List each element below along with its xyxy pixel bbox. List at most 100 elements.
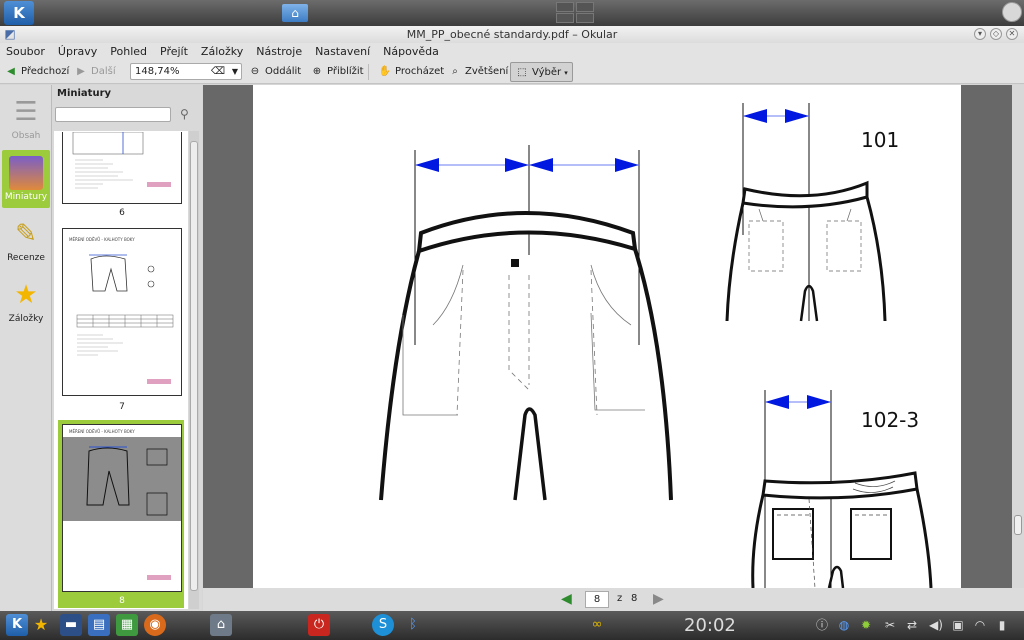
magnifier-icon: ⌕ [452,66,458,77]
garment-drawing: 101 102-3 [379,103,933,588]
writer-icon[interactable]: ▤ [88,614,110,636]
page-total-label: 8 [631,593,638,604]
next-page-button[interactable]: ▶ Další [74,62,115,82]
style-label-101: 101 [861,128,899,152]
menu-nastaveni[interactable]: Nastavení [315,43,370,60]
thumbnail-page-6[interactable]: 6 [57,131,185,221]
thumbnail-header: MĚŘENÍ ODĚVŮ - KALHOTY BOKY [69,429,135,434]
style-label-102-3: 102-3 [861,408,919,432]
battery-icon[interactable]: ▮ [994,617,1010,633]
network-globe-icon[interactable]: ◍ [836,617,852,633]
document-page: 101 102-3 [253,85,961,588]
settings-gear-icon[interactable]: ✹ [858,617,874,633]
filter-icon[interactable]: ⚲ [180,107,189,121]
document-scrollbar[interactable] [1012,85,1024,588]
sidebar-item-contents[interactable]: ☰ Obsah [2,89,50,147]
chevron-down-icon: ▾ [564,69,568,77]
scrollbar-handle[interactable] [1014,515,1022,535]
previous-page-icon[interactable]: ◀ [561,591,572,607]
clock[interactable]: 20:02 [684,615,736,636]
sidebar-item-bookmarks[interactable]: ★ Záložky [2,272,50,330]
previous-page-button[interactable]: ◀ Předchozí [4,62,69,82]
arrow-left-icon: ◀ [7,66,15,77]
power-icon[interactable]: ⏻ [308,614,330,636]
magnify-tool-button[interactable]: ⌕ Zvětšení [448,62,508,82]
pen-icon: ✎ [15,219,37,249]
next-page-icon[interactable]: ▶ [653,591,664,607]
menu-nastroje[interactable]: Nástroje [256,43,302,60]
favorites-star-icon[interactable]: ★ [30,614,52,636]
skype-icon[interactable]: S [372,614,394,636]
wifi-icon[interactable]: ◠ [972,617,988,633]
thumbnail-image: MĚŘENÍ ODĚVŮ - KALHOTY BOKY [62,424,182,592]
menu-upravy[interactable]: Úpravy [58,43,97,60]
chevron-down-icon[interactable]: ▼ [232,64,238,79]
thumbnail-image: MĚŘENÍ ODĚVŮ - KALHOTY BOKY [62,228,182,396]
thumbnail-page-number: 7 [119,402,125,412]
page-navigator: ◀ 8 z 8 ▶ [203,588,1024,611]
clear-icon[interactable]: ⌫ [211,64,225,79]
thumbnails-icon [9,156,43,190]
info-icon[interactable]: ⓘ [814,617,830,633]
scrollbar-handle[interactable] [190,141,198,591]
taskbar: K ★ ▬ ▤ ▦ ◉ ⌂ ⏻ S ᛒ ∞ 20:02 ⓘ ◍ ✹ ✂ ⇄ ◀)… [0,611,1024,640]
close-icon[interactable]: ✕ [1006,28,1018,40]
thumbnails-list: 6 MĚŘENÍ ODĚVŮ - KALHOTY BOKY 7 MĚŘENÍ O… [54,131,188,609]
bluetooth-icon[interactable]: ᛒ [402,614,424,636]
star-icon: ★ [14,280,38,310]
sidebar-item-thumbnails[interactable]: Miniatury [2,150,50,208]
desktop-icon[interactable]: ▬ [60,614,82,636]
top-panel: K ⌂ [0,0,1024,26]
page-of-label: z [617,593,623,604]
window-titlebar: ◩ MM_PP_obecné standardy.pdf – Okular ▾ … [0,26,1024,43]
hand-icon: ✋ [378,66,392,77]
thumbnail-page-number: 8 [119,596,125,606]
maximize-icon[interactable]: ◇ [990,28,1002,40]
link-icon[interactable]: ∞ [586,614,608,636]
arrow-right-icon: ▶ [77,66,85,77]
home-icon[interactable]: ⌂ [282,4,308,22]
panel-close-icon[interactable] [1002,2,1022,22]
thumbnail-page-8[interactable]: MĚŘENÍ ODĚVŮ - KALHOTY BOKY 8 [57,419,185,609]
kde-menu-icon[interactable]: K [4,1,34,25]
firefox-icon[interactable]: ◉ [144,614,166,636]
browse-tool-button[interactable]: ✋ Procházet [378,62,444,82]
sidebar: ☰ Obsah Miniatury ✎ Recenze ★ Záložky [0,85,52,611]
page-number-input[interactable]: 8 [585,591,609,608]
menu-soubor[interactable]: Soubor [6,43,45,60]
document-view[interactable]: 101 102-3 [203,85,1024,588]
thumbnails-title: Miniatury [57,88,112,99]
minimize-icon[interactable]: ▾ [974,28,986,40]
select-tool-button[interactable]: ⬚ Výběr ▾ [510,62,573,82]
toolbar: ◀ Předchozí ▶ Další 148,74% ⌫ ▼ ⊖ Oddálit ⊕… [0,60,1024,84]
menu-napoveda[interactable]: Nápověda [383,43,439,60]
okular-task-icon[interactable]: ⌂ [210,614,232,636]
desktop-pager[interactable] [556,2,596,24]
zoom-combobox[interactable]: 148,74% ⌫ ▼ [130,63,242,80]
zoom-out-button[interactable]: ⊖ Oddálit [248,62,301,82]
device-icon[interactable]: ⇄ [904,617,920,633]
okular-app-icon[interactable]: ◩ [3,27,17,41]
zoom-in-button[interactable]: ⊕ Přiblížit [310,62,364,82]
thumbnail-header: MĚŘENÍ ODĚVŮ - KALHOTY BOKY [69,237,135,242]
window-title: MM_PP_obecné standardy.pdf – Okular [406,28,618,41]
thumbnail-image [62,131,182,204]
thumbnails-panel: Miniatury ⚲ 6 MĚŘENÍ ODĚVŮ - KALHOTY BOK… [52,85,202,611]
thumbnails-search-input[interactable] [55,107,171,122]
calc-icon[interactable]: ▦ [116,614,138,636]
sidebar-item-reviews[interactable]: ✎ Recenze [2,211,50,269]
menubar: Soubor Úpravy Pohled Přejít Záložky Nást… [0,43,1024,60]
menu-zalozky[interactable]: Záložky [201,43,243,60]
thumbnail-page-7[interactable]: MĚŘENÍ ODĚVŮ - KALHOTY BOKY 7 [57,223,185,417]
zoom-out-icon: ⊖ [250,66,260,77]
menu-pohled[interactable]: Pohled [110,43,147,60]
zoom-in-icon: ⊕ [312,66,322,77]
select-icon: ⬚ [517,67,527,78]
menu-prejit[interactable]: Přejít [160,43,188,60]
clipboard-icon[interactable]: ▣ [950,617,966,633]
scissors-icon[interactable]: ✂ [882,617,898,633]
contents-icon: ☰ [14,97,38,127]
volume-icon[interactable]: ◀) [928,617,944,633]
kde-launcher-icon[interactable]: K [6,614,28,636]
thumbnails-scrollbar[interactable] [189,131,199,609]
